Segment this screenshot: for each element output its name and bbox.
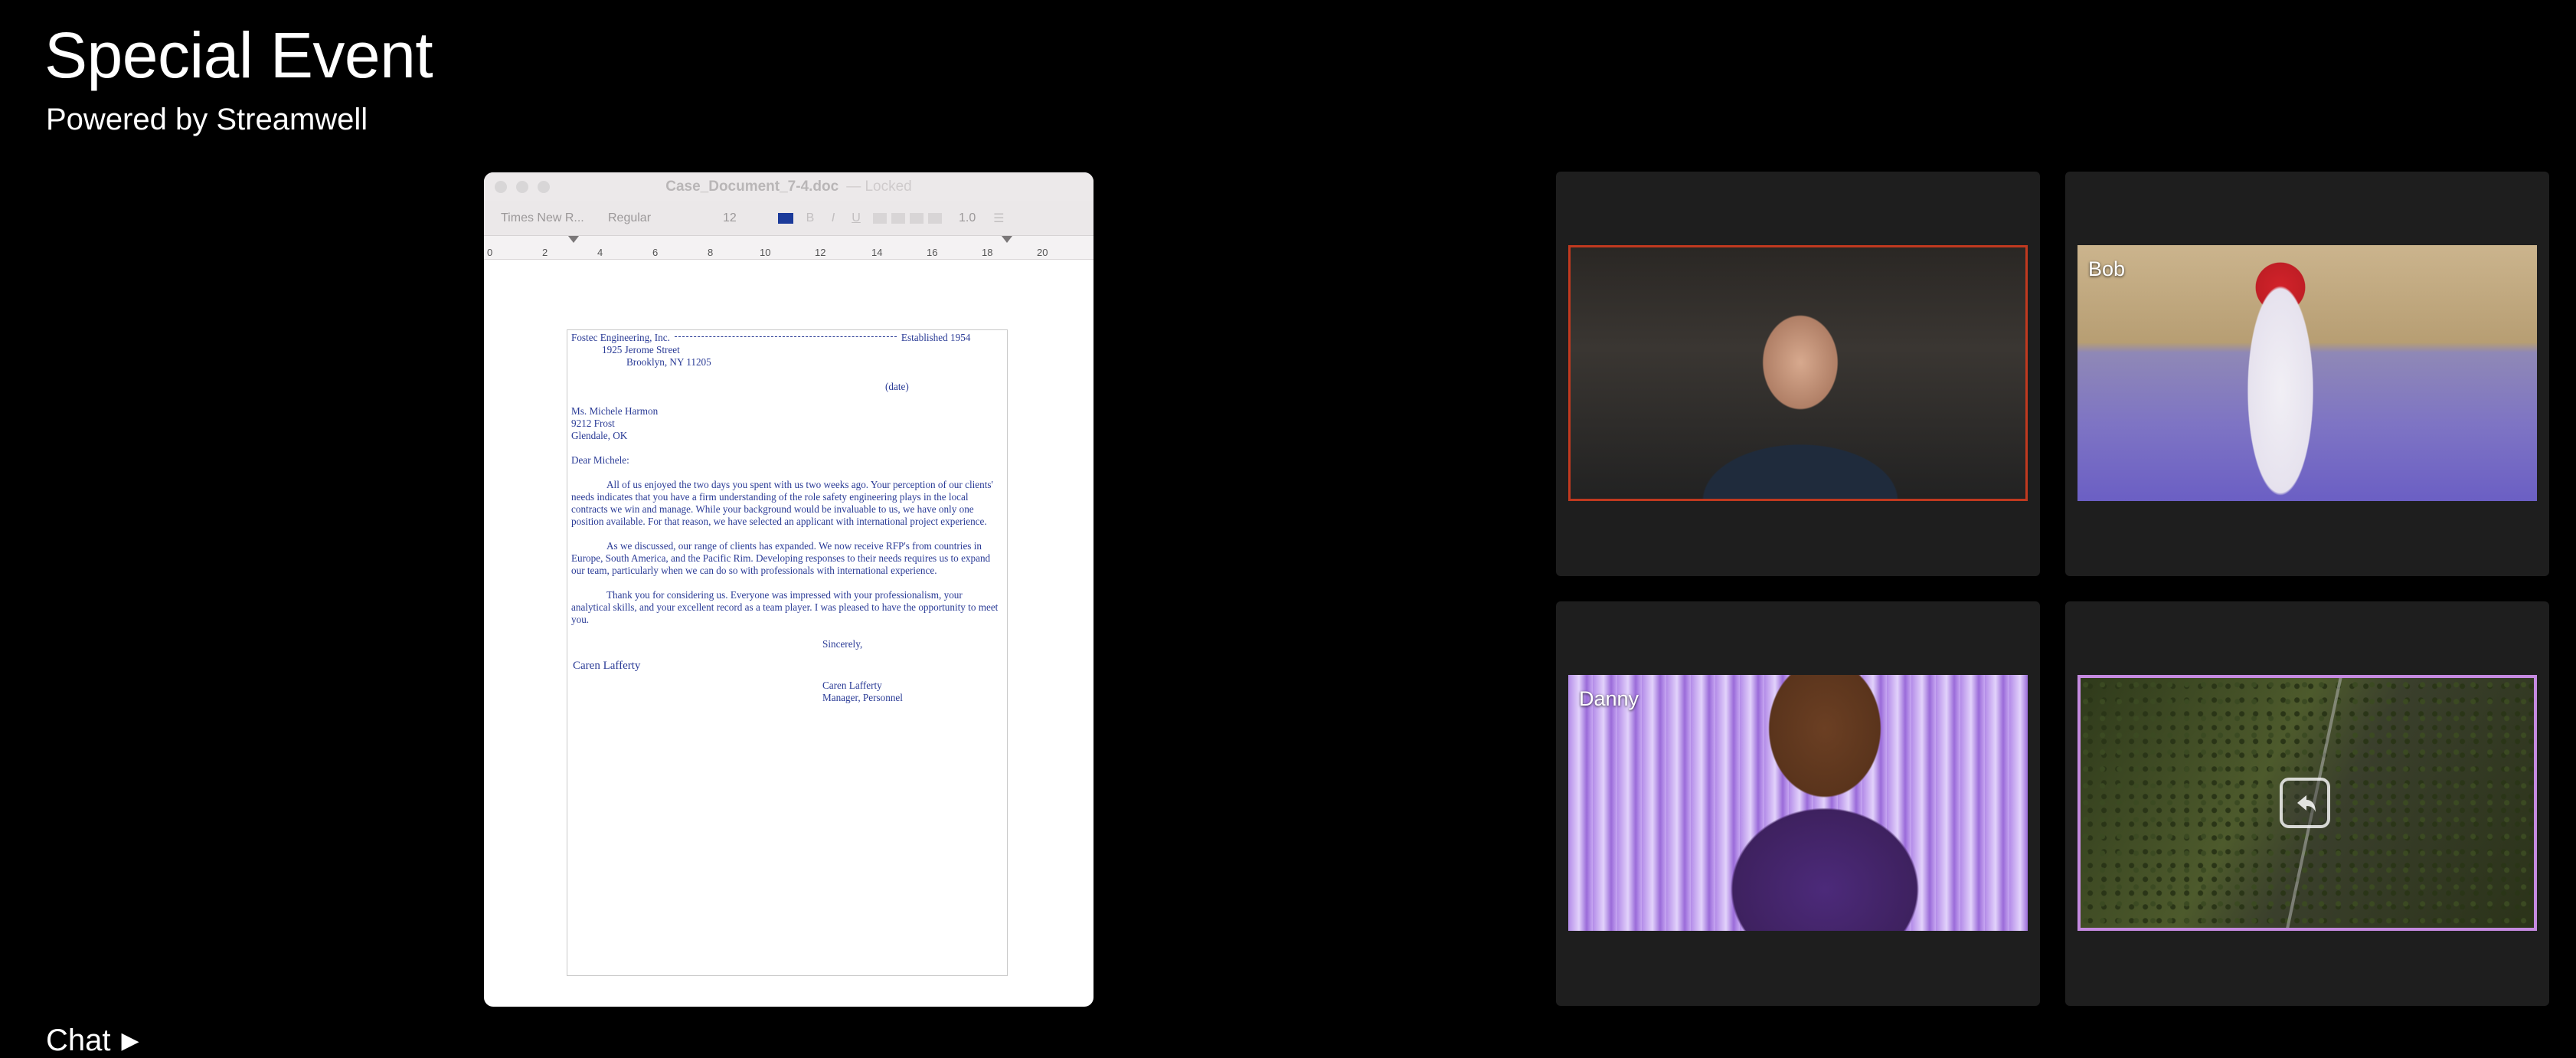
salutation: Dear Michele:: [571, 454, 629, 466]
align-justify-icon: [928, 213, 942, 224]
participant-name: Bob: [2088, 257, 2126, 280]
recipient-name: Ms. Michele Harmon: [571, 405, 659, 417]
format-toolbar: Times New R... Regular 12 B I U 1.0 ☰: [484, 201, 1093, 236]
event-subtitle: Powered by Streamwell: [46, 103, 368, 136]
participant-video: Bob: [2077, 245, 2537, 501]
right-indent-marker: [1002, 236, 1012, 243]
letterhead-line: Fostec Engineering, Inc. Established 1954: [571, 332, 999, 344]
underline-icon: U: [852, 211, 861, 224]
document-body: Fostec Engineering, Inc. Established 1954…: [571, 332, 999, 704]
signature: Caren Lafferty: [573, 660, 641, 672]
text-color-swatch: [778, 213, 793, 224]
window-title-text: Case_Document_7-4.doc: [665, 179, 839, 195]
participant-video-active-speaker: [1568, 245, 2028, 501]
chevron-right-icon: ▶: [121, 1028, 139, 1053]
align-center-icon: [891, 213, 905, 224]
event-title: Special Event: [44, 19, 433, 91]
window-status: — Locked: [846, 179, 912, 195]
window-titlebar: Case_Document_7-4.doc — Locked: [484, 172, 1093, 201]
ruler-tick: 14: [871, 247, 883, 258]
alignment-buttons: [873, 213, 942, 224]
ruler-tick: 4: [597, 247, 603, 258]
font-style-select: Regular: [608, 211, 652, 224]
participant-video: Danny: [1568, 675, 2028, 931]
established-text: Established 1954: [901, 332, 971, 343]
recipient-city: Glendale, OK: [571, 430, 628, 441]
align-right-icon: [910, 213, 924, 224]
chat-label: Chat: [46, 1024, 111, 1057]
window-title: Case_Document_7-4.doc — Locked: [484, 179, 1093, 195]
ruler-tick: 20: [1037, 247, 1048, 258]
chat-toggle[interactable]: Chat ▶: [46, 1024, 139, 1058]
list-icon: ☰: [993, 212, 1005, 225]
ruler-tick: 8: [708, 247, 714, 258]
letter-date: (date): [885, 381, 909, 392]
letterhead-divider: [674, 336, 897, 338]
align-left-icon: [873, 213, 887, 224]
ruler-tick: 10: [760, 247, 771, 258]
letter-paragraph: All of us enjoyed the two days you spent…: [571, 479, 993, 527]
closing: Sincerely,: [822, 638, 863, 650]
shared-screen-window: Case_Document_7-4.doc — Locked Times New …: [484, 172, 1093, 1007]
recipient-street: 9212 Frost: [571, 418, 615, 429]
letter-paragraph: As we discussed, our range of clients ha…: [571, 540, 991, 576]
font-size-select: 12: [723, 211, 737, 224]
company-street: 1925 Jerome Street: [602, 344, 680, 355]
participant-tile-danny[interactable]: Danny: [1556, 601, 2040, 1006]
font-family-select: Times New R...: [501, 211, 584, 224]
company-name: Fostec Engineering, Inc.: [571, 332, 670, 343]
ruler-tick: 6: [652, 247, 659, 258]
ruler-tick: 16: [927, 247, 938, 258]
participant-tile-bob[interactable]: Bob: [2065, 172, 2549, 576]
ruler-tick: 18: [982, 247, 993, 258]
bold-icon: B: [806, 211, 815, 224]
document-page: Fostec Engineering, Inc. Established 1954…: [567, 329, 1008, 976]
left-indent-marker: [568, 236, 579, 243]
ruler-tick: 12: [815, 247, 826, 258]
ruler-tick: 0: [487, 247, 493, 258]
line-spacing-select: 1.0: [959, 211, 976, 224]
signer-title: Manager, Personnel: [822, 692, 903, 703]
italic-icon: I: [831, 211, 835, 224]
company-city: Brooklyn, NY 11205: [626, 356, 711, 368]
screen-share-tile[interactable]: [2065, 601, 2549, 1006]
ruler-tick: 2: [542, 247, 548, 258]
participant-tile[interactable]: [1556, 172, 2040, 576]
screen-share-icon[interactable]: [2280, 778, 2330, 828]
signer-name: Caren Lafferty: [822, 680, 882, 691]
ruler: 0 2 4 6 8 10 12 14 16 18 20: [484, 236, 1093, 260]
screen-share-video: [2077, 675, 2537, 931]
letter-paragraph: Thank you for considering us. Everyone w…: [571, 589, 999, 625]
participant-name: Danny: [1579, 687, 1639, 710]
